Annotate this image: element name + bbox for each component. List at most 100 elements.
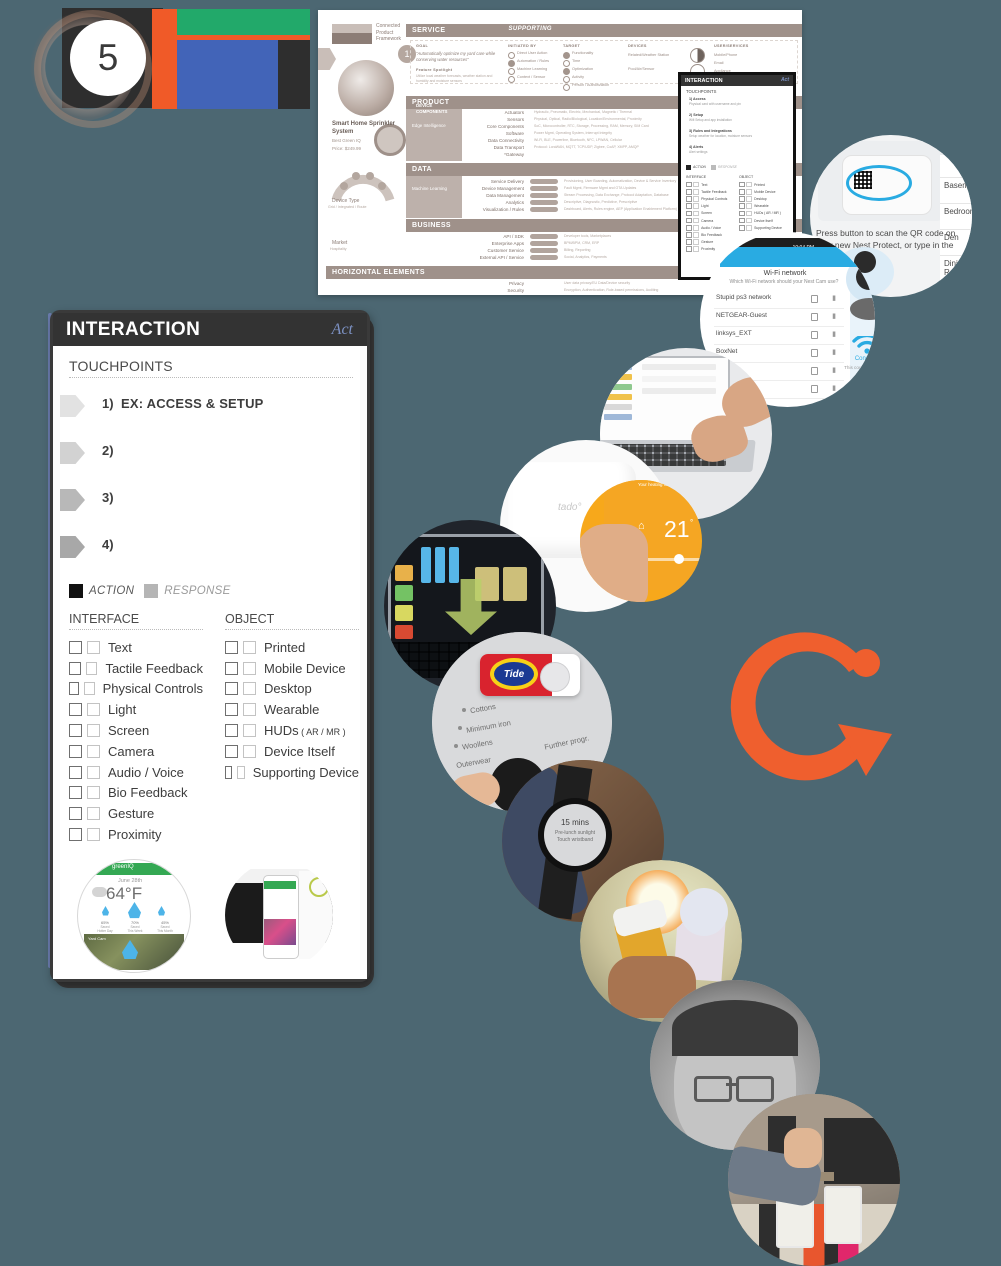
mini-checkbox[interactable] [739,188,745,195]
checkbox-response[interactable] [87,640,100,654]
wifi-network-row[interactable]: Stupid ps3 network ▮ [714,290,844,309]
touchpoint-row[interactable]: 2) [60,437,353,484]
checkbox-response[interactable] [87,807,100,821]
checkbox-action[interactable] [225,744,238,758]
mini-checkbox-row[interactable]: Audio / Voice [686,224,727,231]
mini-checkbox[interactable] [693,239,699,245]
touchpoint-row[interactable]: 4) [60,531,353,578]
checkbox-action[interactable] [69,661,81,675]
radio-machine-learning[interactable] [508,68,515,75]
checkbox-response[interactable] [87,786,100,800]
press-button[interactable] [540,662,570,692]
checkbox-action[interactable] [69,682,80,696]
object-item-row[interactable]: Supporting Device [225,762,359,783]
mini-checkbox[interactable] [693,196,699,202]
mini-checkbox[interactable] [739,203,745,209]
mini-checkbox-row[interactable]: Desktop [739,195,782,202]
object-item-row[interactable]: Printed [225,637,359,658]
checkbox-response[interactable] [243,682,256,696]
mini-checkbox[interactable] [739,217,745,224]
interface-item-row[interactable]: Text [69,637,203,658]
mini-checkbox[interactable] [746,210,752,217]
radio-time[interactable] [563,60,570,67]
mini-checkbox-row[interactable]: Gesture [686,239,727,246]
wifi-network-row[interactable]: NETGEAR-Guest ▮ [714,308,844,327]
mini-checkbox[interactable] [746,196,752,202]
mini-checkbox[interactable] [686,224,692,231]
interface-item-row[interactable]: Bio Feedback [69,783,203,804]
mini-checkbox-row[interactable]: Wearable [739,203,782,210]
checkbox-action[interactable] [225,724,238,738]
wifi-network-row[interactable]: linksys_EXT ▮ [714,326,844,345]
radio-person-authorization[interactable] [563,84,570,91]
interface-item-row[interactable]: Screen [69,720,203,741]
checkbox-action[interactable] [225,765,233,779]
room-item-bedroom[interactable]: Bedroom [944,207,972,216]
mobile-app-thumbnail[interactable] [225,861,333,969]
object-item-row[interactable]: Device Itself [225,741,359,762]
object-item-row[interactable]: Mobile Device [225,658,359,679]
touchpoint-row[interactable]: 1) EX: ACCESS & SETUP [60,390,353,437]
mini-checkbox-row[interactable]: Text [686,181,727,188]
checkbox-response[interactable] [87,828,100,842]
checkbox-response[interactable] [243,744,256,758]
mini-checkbox[interactable] [686,181,692,188]
mini-checkbox[interactable] [693,217,699,224]
mini-checkbox[interactable] [746,188,752,195]
checkbox-response[interactable] [85,661,98,675]
interface-item-row[interactable]: Tactile Feedback [69,658,203,679]
mini-checkbox-row[interactable]: Mobile Device [739,188,782,195]
radio-activity[interactable] [563,76,570,83]
checkbox-action[interactable] [225,661,238,675]
mini-checkbox[interactable] [693,203,699,209]
checkbox-action[interactable] [69,765,82,779]
checkbox-response[interactable] [243,661,256,675]
interface-item-row[interactable]: Audio / Voice [69,762,203,783]
checkbox-action[interactable] [69,807,82,821]
interface-item-row[interactable]: Proximity [69,824,203,845]
mini-checkbox[interactable] [739,196,745,202]
checkbox-action[interactable] [69,724,82,738]
mini-checkbox[interactable] [686,217,692,224]
mini-checkbox[interactable] [693,232,699,238]
mini-checkbox[interactable] [693,181,699,188]
mini-checkbox[interactable] [739,210,745,217]
object-item-row[interactable]: Desktop [225,679,359,700]
checkbox-action[interactable] [69,828,82,842]
checkbox-action[interactable] [69,744,82,758]
checkbox-response[interactable] [243,724,256,738]
radio-direct-user-action[interactable] [508,52,515,59]
weather-app-thumbnail[interactable]: greenIQ June 28th 64°F 65% 70% 45% Saved… [77,859,191,973]
mini-checkbox[interactable] [693,210,699,217]
mini-checkbox[interactable] [686,246,692,253]
checkbox-action[interactable] [69,786,82,800]
mini-checkbox[interactable] [686,232,692,238]
mini-checkbox-row[interactable]: Supporting Device [739,224,782,231]
mini-checkbox-row[interactable]: Physical Controls [686,195,727,202]
checkbox-response[interactable] [237,765,245,779]
slider-knob[interactable] [674,554,684,564]
mini-checkbox[interactable] [693,246,699,253]
mini-checkbox-row[interactable]: Device Itself [739,217,782,224]
interface-item-row[interactable]: Gesture [69,803,203,824]
mini-checkbox[interactable] [686,210,692,217]
checkbox-action[interactable] [225,682,238,696]
room-item-basement[interactable]: Basement [944,181,972,190]
mini-checkbox-row[interactable]: Camera [686,217,727,224]
radio-automation-rules[interactable] [508,60,515,67]
mini-checkbox[interactable] [746,181,752,188]
interface-item-row[interactable]: Physical Controls [69,679,203,700]
mini-checkbox[interactable] [693,224,699,231]
checkbox-response[interactable] [243,640,256,654]
mini-checkbox[interactable] [686,188,692,195]
wifi-network-row[interactable]: BoxNet ▮ [714,344,844,363]
mini-checkbox[interactable] [746,224,752,231]
checkbox-action[interactable] [69,703,82,717]
mini-checkbox[interactable] [686,239,692,245]
checkbox-response[interactable] [243,703,256,717]
mini-checkbox-row[interactable]: HUDs ( AR / MR ) [739,210,782,217]
mini-checkbox-row[interactable]: Light [686,203,727,210]
mini-checkbox-row[interactable]: Bio Feedback [686,231,727,238]
checkbox-action[interactable] [225,703,238,717]
checkbox-action[interactable] [69,640,82,654]
